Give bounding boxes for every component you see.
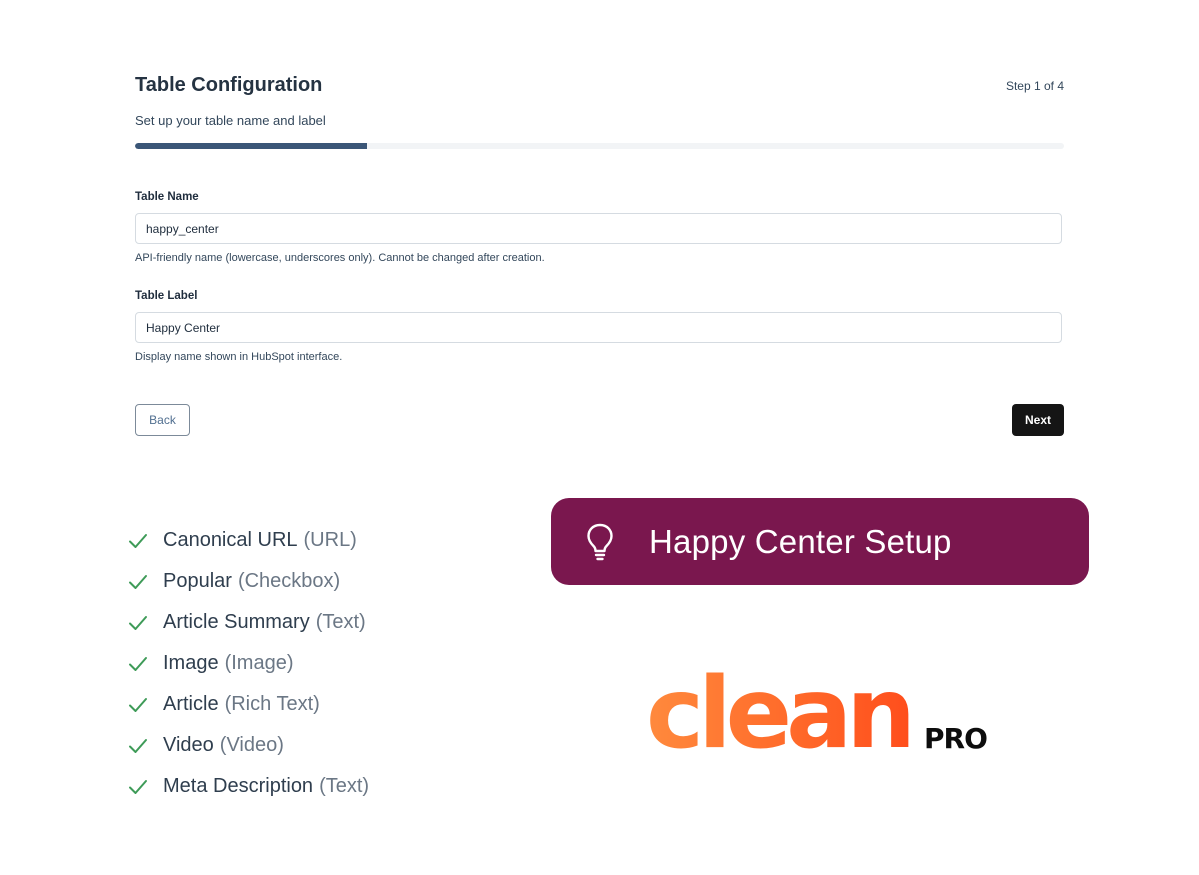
- form-header: Table Configuration Step 1 of 4: [135, 70, 1064, 102]
- list-item: Image (Image): [128, 643, 369, 684]
- logo-wordmark: clean: [646, 657, 916, 771]
- step-indicator: Step 1 of 4: [1005, 79, 1064, 93]
- list-item-name: Meta Description: [163, 775, 314, 797]
- check-icon: [129, 738, 147, 753]
- banner-title: Happy Center Setup: [649, 522, 952, 560]
- check-icon: [129, 574, 147, 589]
- check-icon: [129, 615, 147, 630]
- list-item: Canonical URL (URL): [128, 520, 369, 561]
- list-item-type: (Checkbox): [237, 570, 341, 592]
- list-item-name: Popular: [163, 570, 232, 592]
- check-icon: [129, 779, 147, 794]
- table-name-input[interactable]: [135, 213, 1062, 244]
- table-configuration-form: Table Configuration Step 1 of 4 Set up y…: [135, 70, 1064, 436]
- list-item-type: (Rich Text): [224, 693, 320, 715]
- table-label-help: Display name shown in HubSpot interface.: [135, 351, 343, 363]
- list-item: Video (Video): [128, 725, 369, 766]
- next-button[interactable]: Next: [1012, 404, 1064, 436]
- list-item-name: Article Summary: [163, 611, 310, 633]
- list-item-type: (Image): [224, 652, 294, 674]
- form-subtitle: Set up your table name and label: [135, 113, 326, 128]
- list-item-type: (Video): [219, 734, 284, 756]
- check-icon: [129, 697, 147, 712]
- table-name-help: API-friendly name (lowercase, underscore…: [135, 252, 545, 264]
- list-item: Article (Rich Text): [128, 684, 369, 725]
- list-item: Meta Description (Text): [128, 766, 369, 807]
- progress-bar: [135, 143, 1064, 149]
- clean-pro-logo: clean PRO: [646, 664, 996, 764]
- list-item: Article Summary (Text): [128, 602, 369, 643]
- check-icon: [129, 533, 147, 548]
- check-icon: [129, 656, 147, 671]
- progress-bar-fill: [135, 143, 368, 149]
- list-item-type: (Text): [319, 775, 370, 797]
- list-item-name: Image: [163, 652, 219, 674]
- page: Table Configuration Step 1 of 4 Set up y…: [0, 0, 1199, 875]
- list-item-name: Video: [163, 734, 214, 756]
- logo-suffix: PRO: [924, 722, 988, 755]
- property-checklist: Canonical URL (URL) Popular (Checkbox) A…: [128, 520, 369, 807]
- back-button[interactable]: Back: [135, 404, 190, 436]
- table-label-label: Table Label: [135, 290, 198, 302]
- lightbulb-icon: [587, 523, 613, 560]
- list-item-name: Canonical URL: [163, 529, 298, 551]
- page-title: Table Configuration: [135, 74, 323, 96]
- table-label-input[interactable]: [135, 312, 1062, 343]
- list-item-type: (Text): [315, 611, 366, 633]
- list-item-name: Article: [163, 693, 219, 715]
- list-item: Popular (Checkbox): [128, 561, 369, 602]
- list-item-type: (URL): [303, 529, 357, 551]
- table-name-label: Table Name: [135, 191, 199, 203]
- setup-banner: Happy Center Setup: [551, 498, 1089, 585]
